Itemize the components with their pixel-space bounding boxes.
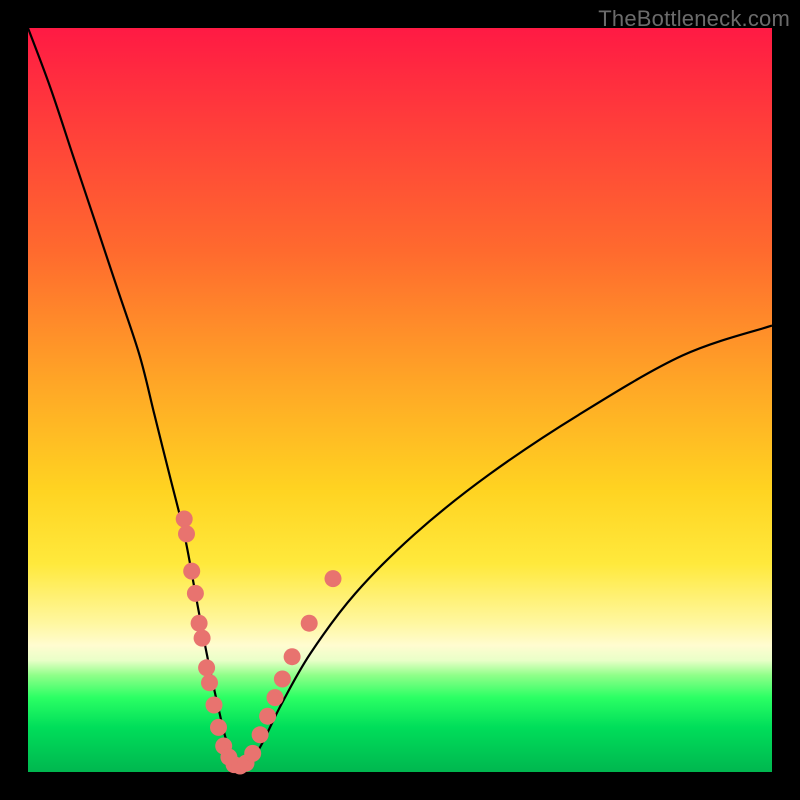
data-marker [210,719,227,736]
data-marker [183,563,200,580]
data-marker [252,726,269,743]
data-marker [194,630,211,647]
bottleneck-curve [28,28,772,772]
data-marker [325,570,342,587]
data-marker [178,525,195,542]
data-marker [267,689,284,706]
data-marker [284,648,301,665]
data-marker [206,697,223,714]
data-marker [187,585,204,602]
chart-svg [28,28,772,772]
data-marker [301,615,318,632]
chart-frame: TheBottleneck.com [0,0,800,800]
data-marker [191,615,208,632]
data-marker [259,708,276,725]
data-marker [201,674,218,691]
data-marker [244,745,261,762]
plot-area [28,28,772,772]
data-marker [274,671,291,688]
data-marker [176,511,193,528]
data-marker [198,659,215,676]
watermark-text: TheBottleneck.com [598,6,790,32]
